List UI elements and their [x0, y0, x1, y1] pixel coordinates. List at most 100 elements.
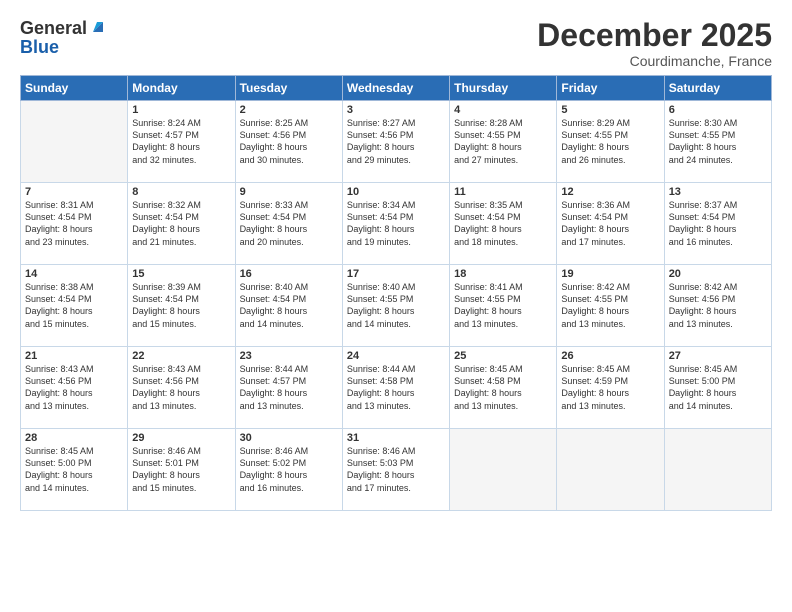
day-number: 21 [25, 350, 123, 362]
day-number: 2 [240, 104, 338, 116]
day-cell: 29Sunrise: 8:46 AM Sunset: 5:01 PM Dayli… [128, 429, 235, 511]
weekday-header-row: Sunday Monday Tuesday Wednesday Thursday… [21, 76, 772, 101]
day-cell: 10Sunrise: 8:34 AM Sunset: 4:54 PM Dayli… [342, 183, 449, 265]
day-number: 4 [454, 104, 552, 116]
day-info: Sunrise: 8:31 AM Sunset: 4:54 PM Dayligh… [25, 199, 123, 248]
week-row-2: 7Sunrise: 8:31 AM Sunset: 4:54 PM Daylig… [21, 183, 772, 265]
calendar-table: Sunday Monday Tuesday Wednesday Thursday… [20, 75, 772, 511]
day-number: 20 [669, 268, 767, 280]
day-number: 27 [669, 350, 767, 362]
day-info: Sunrise: 8:45 AM Sunset: 4:58 PM Dayligh… [454, 363, 552, 412]
header-wednesday: Wednesday [342, 76, 449, 101]
day-cell: 17Sunrise: 8:40 AM Sunset: 4:55 PM Dayli… [342, 265, 449, 347]
header-saturday: Saturday [664, 76, 771, 101]
day-number: 19 [561, 268, 659, 280]
location-subtitle: Courdimanche, France [537, 53, 772, 69]
day-number: 17 [347, 268, 445, 280]
day-cell: 1Sunrise: 8:24 AM Sunset: 4:57 PM Daylig… [128, 101, 235, 183]
day-cell: 14Sunrise: 8:38 AM Sunset: 4:54 PM Dayli… [21, 265, 128, 347]
logo-blue-text: Blue [20, 38, 59, 56]
day-info: Sunrise: 8:45 AM Sunset: 5:00 PM Dayligh… [25, 445, 123, 494]
header-monday: Monday [128, 76, 235, 101]
day-info: Sunrise: 8:46 AM Sunset: 5:02 PM Dayligh… [240, 445, 338, 494]
day-info: Sunrise: 8:41 AM Sunset: 4:55 PM Dayligh… [454, 281, 552, 330]
day-info: Sunrise: 8:44 AM Sunset: 4:57 PM Dayligh… [240, 363, 338, 412]
day-cell: 28Sunrise: 8:45 AM Sunset: 5:00 PM Dayli… [21, 429, 128, 511]
day-info: Sunrise: 8:27 AM Sunset: 4:56 PM Dayligh… [347, 117, 445, 166]
day-cell [557, 429, 664, 511]
day-cell: 20Sunrise: 8:42 AM Sunset: 4:56 PM Dayli… [664, 265, 771, 347]
day-cell: 15Sunrise: 8:39 AM Sunset: 4:54 PM Dayli… [128, 265, 235, 347]
day-cell: 6Sunrise: 8:30 AM Sunset: 4:55 PM Daylig… [664, 101, 771, 183]
day-cell: 22Sunrise: 8:43 AM Sunset: 4:56 PM Dayli… [128, 347, 235, 429]
day-info: Sunrise: 8:33 AM Sunset: 4:54 PM Dayligh… [240, 199, 338, 248]
day-cell: 31Sunrise: 8:46 AM Sunset: 5:03 PM Dayli… [342, 429, 449, 511]
day-number: 5 [561, 104, 659, 116]
day-info: Sunrise: 8:46 AM Sunset: 5:01 PM Dayligh… [132, 445, 230, 494]
day-info: Sunrise: 8:43 AM Sunset: 4:56 PM Dayligh… [25, 363, 123, 412]
day-info: Sunrise: 8:46 AM Sunset: 5:03 PM Dayligh… [347, 445, 445, 494]
day-info: Sunrise: 8:44 AM Sunset: 4:58 PM Dayligh… [347, 363, 445, 412]
day-number: 1 [132, 104, 230, 116]
day-number: 15 [132, 268, 230, 280]
header-friday: Friday [557, 76, 664, 101]
week-row-1: 1Sunrise: 8:24 AM Sunset: 4:57 PM Daylig… [21, 101, 772, 183]
day-cell: 12Sunrise: 8:36 AM Sunset: 4:54 PM Dayli… [557, 183, 664, 265]
day-info: Sunrise: 8:35 AM Sunset: 4:54 PM Dayligh… [454, 199, 552, 248]
day-info: Sunrise: 8:25 AM Sunset: 4:56 PM Dayligh… [240, 117, 338, 166]
month-title: December 2025 [537, 18, 772, 53]
day-cell: 25Sunrise: 8:45 AM Sunset: 4:58 PM Dayli… [450, 347, 557, 429]
day-number: 14 [25, 268, 123, 280]
day-cell: 27Sunrise: 8:45 AM Sunset: 5:00 PM Dayli… [664, 347, 771, 429]
day-info: Sunrise: 8:45 AM Sunset: 4:59 PM Dayligh… [561, 363, 659, 412]
day-cell: 23Sunrise: 8:44 AM Sunset: 4:57 PM Dayli… [235, 347, 342, 429]
day-number: 26 [561, 350, 659, 362]
logo: General Blue [20, 18, 105, 56]
logo-icon [89, 18, 105, 34]
day-cell: 3Sunrise: 8:27 AM Sunset: 4:56 PM Daylig… [342, 101, 449, 183]
day-info: Sunrise: 8:30 AM Sunset: 4:55 PM Dayligh… [669, 117, 767, 166]
title-block: December 2025 Courdimanche, France [537, 18, 772, 69]
day-number: 8 [132, 186, 230, 198]
day-cell [21, 101, 128, 183]
day-number: 13 [669, 186, 767, 198]
day-number: 30 [240, 432, 338, 444]
day-number: 7 [25, 186, 123, 198]
day-info: Sunrise: 8:36 AM Sunset: 4:54 PM Dayligh… [561, 199, 659, 248]
day-info: Sunrise: 8:43 AM Sunset: 4:56 PM Dayligh… [132, 363, 230, 412]
day-number: 3 [347, 104, 445, 116]
day-cell: 13Sunrise: 8:37 AM Sunset: 4:54 PM Dayli… [664, 183, 771, 265]
day-number: 24 [347, 350, 445, 362]
day-info: Sunrise: 8:24 AM Sunset: 4:57 PM Dayligh… [132, 117, 230, 166]
day-number: 11 [454, 186, 552, 198]
day-info: Sunrise: 8:45 AM Sunset: 5:00 PM Dayligh… [669, 363, 767, 412]
day-info: Sunrise: 8:38 AM Sunset: 4:54 PM Dayligh… [25, 281, 123, 330]
day-cell: 26Sunrise: 8:45 AM Sunset: 4:59 PM Dayli… [557, 347, 664, 429]
day-cell: 4Sunrise: 8:28 AM Sunset: 4:55 PM Daylig… [450, 101, 557, 183]
day-info: Sunrise: 8:39 AM Sunset: 4:54 PM Dayligh… [132, 281, 230, 330]
day-number: 23 [240, 350, 338, 362]
day-cell: 8Sunrise: 8:32 AM Sunset: 4:54 PM Daylig… [128, 183, 235, 265]
day-cell: 19Sunrise: 8:42 AM Sunset: 4:55 PM Dayli… [557, 265, 664, 347]
day-info: Sunrise: 8:42 AM Sunset: 4:55 PM Dayligh… [561, 281, 659, 330]
day-number: 6 [669, 104, 767, 116]
day-info: Sunrise: 8:28 AM Sunset: 4:55 PM Dayligh… [454, 117, 552, 166]
week-row-3: 14Sunrise: 8:38 AM Sunset: 4:54 PM Dayli… [21, 265, 772, 347]
day-number: 25 [454, 350, 552, 362]
day-cell: 18Sunrise: 8:41 AM Sunset: 4:55 PM Dayli… [450, 265, 557, 347]
day-number: 29 [132, 432, 230, 444]
week-row-5: 28Sunrise: 8:45 AM Sunset: 5:00 PM Dayli… [21, 429, 772, 511]
day-number: 12 [561, 186, 659, 198]
day-number: 22 [132, 350, 230, 362]
day-number: 28 [25, 432, 123, 444]
day-cell: 16Sunrise: 8:40 AM Sunset: 4:54 PM Dayli… [235, 265, 342, 347]
week-row-4: 21Sunrise: 8:43 AM Sunset: 4:56 PM Dayli… [21, 347, 772, 429]
day-info: Sunrise: 8:37 AM Sunset: 4:54 PM Dayligh… [669, 199, 767, 248]
day-cell: 24Sunrise: 8:44 AM Sunset: 4:58 PM Dayli… [342, 347, 449, 429]
day-cell: 30Sunrise: 8:46 AM Sunset: 5:02 PM Dayli… [235, 429, 342, 511]
day-cell [450, 429, 557, 511]
day-cell: 21Sunrise: 8:43 AM Sunset: 4:56 PM Dayli… [21, 347, 128, 429]
day-cell: 11Sunrise: 8:35 AM Sunset: 4:54 PM Dayli… [450, 183, 557, 265]
day-cell: 5Sunrise: 8:29 AM Sunset: 4:55 PM Daylig… [557, 101, 664, 183]
day-info: Sunrise: 8:42 AM Sunset: 4:56 PM Dayligh… [669, 281, 767, 330]
